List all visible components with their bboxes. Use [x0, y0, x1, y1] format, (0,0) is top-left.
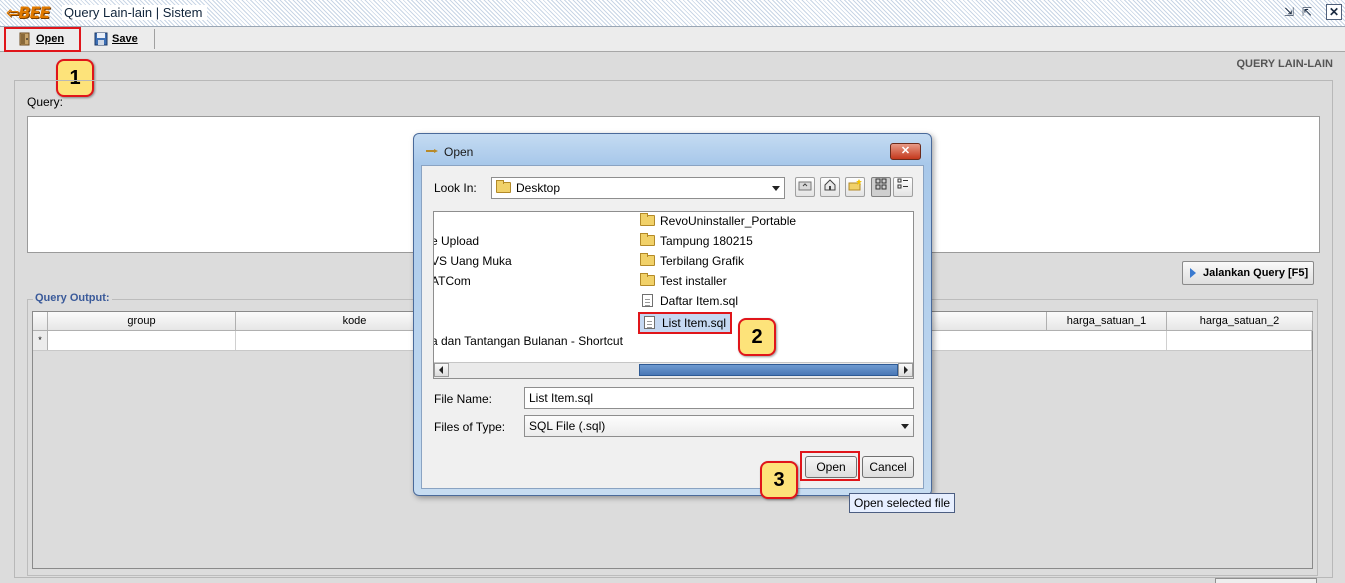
list-item-label: RevoUninstaller_Portable — [660, 214, 797, 228]
table-cell[interactable] — [48, 331, 236, 350]
play-icon — [1190, 268, 1196, 278]
table-cell[interactable] — [1167, 331, 1312, 350]
new-folder-button[interactable] — [845, 177, 865, 197]
list-view-icon — [875, 178, 887, 190]
details-view-button[interactable] — [893, 177, 913, 197]
app-logo-text: BEE — [18, 3, 50, 22]
close-icon[interactable]: ✕ — [1326, 4, 1342, 20]
dialog-cancel-button[interactable]: Cancel — [862, 456, 914, 478]
look-in-label: Look In: — [434, 181, 477, 195]
list-item-label: Daftar Item.sql — [660, 294, 739, 308]
dialog-body: Look In: Desktop e Upload VS Uang Muka A… — [421, 165, 924, 489]
grid-corner — [33, 312, 48, 331]
table-cell[interactable] — [1047, 331, 1167, 350]
highlight-open-button-dialog — [800, 451, 860, 481]
step-badge-3: 3 — [760, 461, 798, 499]
bottom-button-edge — [1215, 578, 1317, 583]
list-item[interactable]: Daftar Item.sql — [640, 292, 738, 310]
list-item[interactable]: ATCom — [434, 272, 471, 290]
file-type-select[interactable]: SQL File (.sql) — [524, 415, 914, 437]
chevron-down-icon — [901, 424, 909, 429]
horizontal-scrollbar[interactable] — [434, 362, 913, 378]
toolbar: Open Save — [0, 27, 1345, 52]
java-cup-icon — [426, 149, 438, 153]
list-item-label: Terbilang Grafik — [660, 254, 745, 268]
run-query-button[interactable]: Jalankan Query [F5] — [1182, 261, 1314, 285]
home-icon — [824, 179, 836, 191]
query-label: Query: — [27, 95, 64, 109]
file-type-value: SQL File (.sql) — [529, 419, 606, 433]
up-folder-icon — [798, 181, 812, 191]
scroll-right-button[interactable] — [898, 363, 913, 377]
look-in-value: Desktop — [516, 181, 561, 195]
chevron-left-icon — [439, 366, 443, 374]
chevron-right-icon — [904, 366, 908, 374]
chevron-down-icon — [772, 186, 780, 191]
list-item-label: Test installer — [660, 274, 727, 288]
list-view-button[interactable] — [871, 177, 891, 197]
file-list[interactable]: e Upload VS Uang Muka ATCom a dan Tantan… — [433, 211, 914, 379]
column-header-harga-satuan-1[interactable]: harga_satuan_1 — [1047, 312, 1167, 331]
list-item[interactable]: Tampung 180215 — [640, 232, 753, 250]
scrollbar-thumb[interactable] — [639, 364, 898, 376]
new-folder-icon — [848, 179, 862, 191]
open-file-dialog: Open ✕ Look In: Desktop e Upload VS Uang… — [413, 133, 932, 496]
folder-icon — [640, 213, 655, 226]
details-view-icon — [897, 178, 908, 189]
step-badge-2: 2 — [738, 318, 776, 356]
tooltip: Open selected file — [849, 493, 956, 513]
floppy-disk-icon — [94, 32, 108, 46]
save-button-label: Save — [112, 33, 138, 45]
minimize-icon[interactable]: ⇱ — [1299, 4, 1315, 20]
up-folder-button[interactable] — [795, 177, 815, 197]
folder-icon — [640, 233, 655, 246]
list-item[interactable]: Test installer — [640, 272, 727, 290]
file-icon — [644, 316, 655, 329]
app-logo: ⇦BEE — [6, 3, 50, 22]
scroll-left-button[interactable] — [434, 363, 449, 377]
file-name-input[interactable]: List Item.sql — [524, 387, 914, 409]
file-type-label: Files of Type: — [434, 420, 506, 434]
list-item[interactable]: a dan Tantangan Bulanan - Shortcut — [434, 332, 623, 350]
window-title: Query Lain-lain | Sistem — [62, 5, 207, 20]
list-item-selected[interactable]: List Item.sql — [638, 312, 733, 334]
file-icon — [642, 294, 653, 307]
list-item[interactable]: Terbilang Grafik — [640, 252, 744, 270]
highlight-open-button — [4, 27, 81, 52]
folder-icon — [640, 273, 655, 286]
list-item[interactable]: e Upload — [434, 232, 479, 250]
list-item-label: Tampung 180215 — [660, 234, 753, 248]
column-header-group[interactable]: group — [48, 312, 236, 331]
restore-icon[interactable]: ⇲ — [1281, 4, 1297, 20]
list-item-label: List Item.sql — [662, 316, 727, 330]
home-button[interactable] — [820, 177, 840, 197]
page-title: QUERY LAIN-LAIN — [1236, 58, 1333, 70]
save-button[interactable]: Save — [90, 29, 144, 49]
new-row-marker: * — [33, 331, 48, 350]
query-output-label: Query Output: — [33, 292, 112, 304]
title-bar: ⇦BEE Query Lain-lain | Sistem ⇲ ⇱ ✕ — [0, 0, 1345, 27]
toolbar-separator — [154, 29, 155, 49]
list-item[interactable]: RevoUninstaller_Portable — [640, 212, 796, 230]
column-header-harga-satuan-2[interactable]: harga_satuan_2 — [1167, 312, 1313, 331]
dialog-title: Open — [444, 145, 474, 159]
run-query-label: Jalankan Query [F5] — [1203, 267, 1309, 279]
folder-icon — [496, 180, 511, 193]
look-in-select[interactable]: Desktop — [491, 177, 785, 199]
dialog-close-button[interactable]: ✕ — [890, 143, 921, 160]
list-item[interactable]: VS Uang Muka — [434, 252, 512, 270]
folder-icon — [640, 253, 655, 266]
file-name-label: File Name: — [434, 392, 493, 406]
